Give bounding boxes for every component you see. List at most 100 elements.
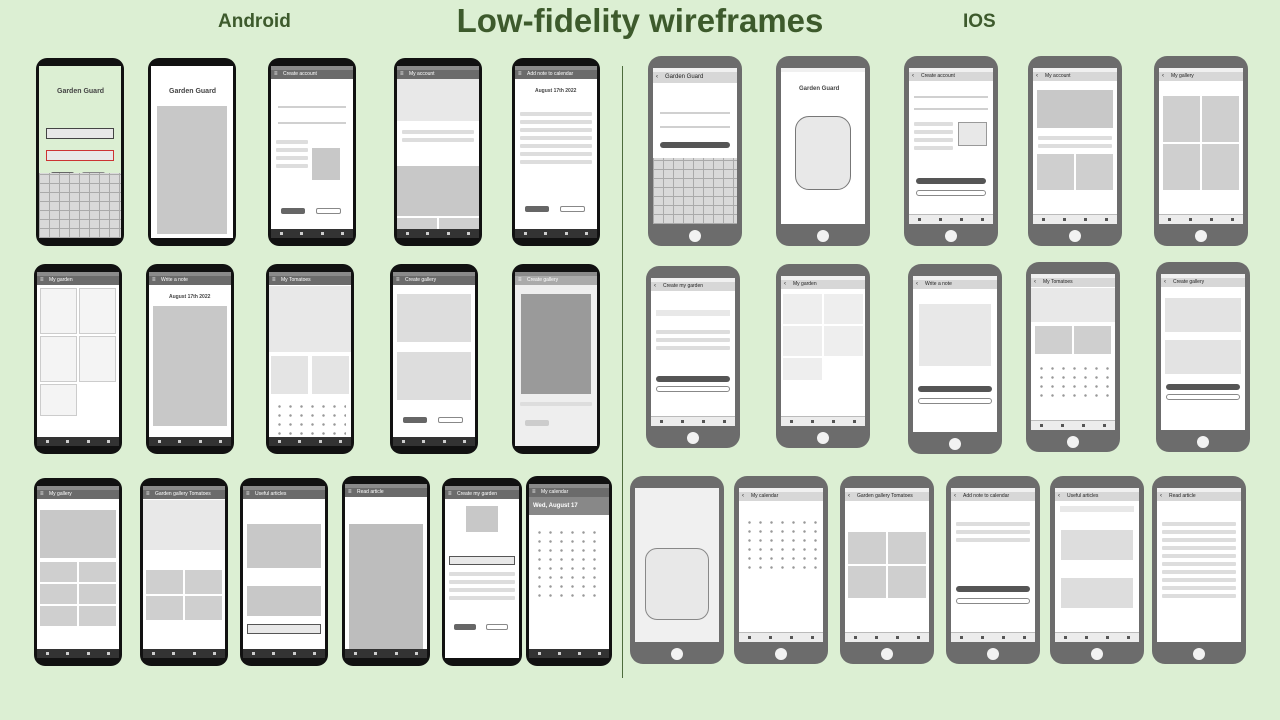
ios-add-note-screen: Add note to calendar [946,476,1040,664]
page-title: Low-fidelity wireframes [456,2,824,39]
gallery-hero-image[interactable] [40,510,116,558]
confirm-button[interactable] [280,208,306,214]
android-gallery-tomatoes-screen: Garden gallery Tomatoes [140,478,228,666]
search-input[interactable] [656,310,730,316]
dialog-image [645,548,709,620]
splash-title: Garden Guard [169,88,217,95]
ios-my-garden-screen: My garden [776,264,870,448]
photo-placeholder[interactable] [312,148,340,180]
confirm-button[interactable] [524,420,550,426]
login-title: Garden Guard [57,88,105,95]
screen-header: Create my garden [651,282,735,291]
confirm-button[interactable] [956,586,1030,592]
note-date: August 17th 2022 [169,294,211,300]
mini-calendar[interactable] [1036,364,1110,398]
screen-header: Create gallery [515,276,597,285]
confirm-button[interactable] [453,624,477,630]
android-create-account-screen: Create account [268,58,356,246]
screen-header: Read article [1157,492,1241,501]
screen-header: Garden gallery Tomatoes [143,490,225,499]
gallery-section[interactable] [397,294,471,342]
ios-useful-articles-screen: Useful articles [1050,476,1144,664]
cancel-button[interactable] [656,386,730,392]
android-create-gallery-dialog-screen: Create gallery [512,264,600,454]
confirm-button[interactable] [402,417,428,423]
cancel-button[interactable] [1166,394,1240,400]
photo-placeholder[interactable] [957,122,987,146]
screen-header: Useful articles [1055,492,1139,501]
garden-image-placeholder[interactable] [397,166,479,216]
screen-header: Garden gallery Tomatoes [845,492,929,501]
screen-header: My account [397,70,479,79]
screen-header: Write a note [149,276,231,285]
screen-header: My gallery [37,490,119,499]
ios-login-screen: Garden Guard [648,56,742,246]
confirm-button[interactable] [524,206,550,212]
search-input[interactable] [449,556,515,565]
app-icon-grid [795,116,851,190]
confirm-button[interactable] [918,386,992,392]
cancel-button[interactable] [485,624,508,630]
ios-my-account-screen: My account [1028,56,1122,246]
android-login-screen: Garden Guard [36,58,124,246]
confirm-button[interactable] [915,178,987,184]
article-card[interactable] [1061,530,1133,560]
calendar-grid[interactable] [533,528,605,598]
plant-image-placeholder [1031,288,1115,322]
article-card[interactable] [1061,578,1133,608]
confirm-button[interactable] [656,376,730,382]
cancel-button[interactable] [438,417,463,423]
screen-header: Add note to calendar [515,70,597,79]
article-image[interactable] [247,524,321,568]
gallery-section[interactable] [397,352,471,400]
cancel-button[interactable] [918,398,992,404]
note-date: August 17th 2022 [535,88,577,94]
ios-my-gallery-screen: My gallery [1154,56,1248,246]
android-create-gallery-screen: Create gallery [390,264,478,454]
search-input[interactable] [247,624,321,634]
keyboard[interactable] [653,158,737,224]
screen-header: My garden [781,280,865,289]
android-my-tomatoes-screen: My Tomatoes [266,264,354,454]
android-write-note-screen: Write a note August 17th 2022 [146,264,234,454]
ios-gallery-tomatoes-screen: Garden gallery Tomatoes [840,476,934,664]
ios-my-tomatoes-screen: My Tomatoes [1026,262,1120,452]
confirm-button[interactable] [1166,384,1240,390]
screen-header: Create account [909,72,993,81]
email-field[interactable] [45,128,115,139]
login-button[interactable] [659,142,731,148]
screen-header: My Tomatoes [1031,278,1115,287]
ios-read-article-screen: Read article [1152,476,1246,664]
ios-create-gallery-screen: Create gallery [1156,262,1250,452]
calendar-grid[interactable] [744,518,818,572]
garden-photo[interactable] [465,506,499,532]
gallery-section[interactable] [1165,340,1241,374]
platform-divider [622,66,623,678]
search-input[interactable] [1060,506,1134,512]
android-my-calendar-screen: My calendar Wed, August 17 [526,476,612,666]
cancel-button[interactable] [316,208,341,214]
cancel-button[interactable] [560,206,585,212]
mini-calendar[interactable] [273,402,347,438]
ios-write-note-screen: Write a note [908,264,1002,454]
ios-splash-screen: Garden Guard [776,56,870,246]
article-image[interactable] [247,586,321,616]
login-title: Garden Guard [653,72,737,83]
gallery-tile[interactable] [271,356,309,394]
android-read-article-screen: Read article [342,476,430,666]
gallery-section[interactable] [1165,298,1241,332]
android-my-garden-screen: My garden [34,264,122,454]
cancel-button[interactable] [915,190,987,196]
calendar-date: Wed, August 17 [533,503,578,509]
notes-tile[interactable] [311,356,349,394]
screen-header: Write a note [913,280,997,289]
screen-header: Create gallery [393,276,475,285]
ios-label: IOS [963,11,996,32]
note-textarea[interactable] [919,304,991,366]
keyboard[interactable] [39,172,121,238]
password-field[interactable] [45,150,115,161]
ios-create-gallery-dialog-screen [630,476,724,664]
cancel-button[interactable] [956,598,1030,604]
screen-header: My account [1033,72,1117,81]
note-textarea[interactable] [153,306,227,426]
